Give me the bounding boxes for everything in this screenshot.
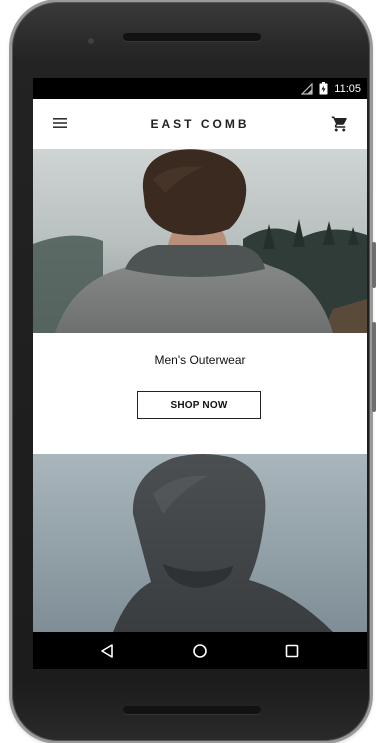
battery-icon [319, 82, 328, 95]
hero-image-outerwear[interactable] [33, 149, 367, 333]
bottom-speaker [123, 706, 261, 714]
recent-apps-icon[interactable] [285, 644, 299, 658]
phone-screen: 11:05 EAST COMB Men's Outerwear SHOP NOW [33, 78, 367, 669]
back-icon[interactable] [99, 643, 115, 659]
power-button [372, 242, 376, 288]
signal-icon [301, 82, 313, 95]
brand-title: EAST COMB [150, 117, 250, 131]
shop-now-button[interactable]: SHOP NOW [137, 391, 261, 419]
system-nav-bar [33, 632, 367, 669]
cart-icon[interactable] [331, 115, 349, 133]
volume-rocker [372, 322, 376, 412]
hero-image-hoodie[interactable] [33, 454, 367, 632]
hero-image-illustration-2 [33, 454, 367, 632]
hero-image-illustration [33, 149, 367, 333]
promo-section: Men's Outerwear SHOP NOW [33, 333, 367, 454]
menu-icon[interactable] [53, 117, 67, 129]
front-camera [88, 38, 94, 44]
status-bar: 11:05 [33, 78, 367, 99]
home-icon[interactable] [192, 643, 208, 659]
app-bar: EAST COMB [33, 99, 367, 149]
promo-title: Men's Outerwear [154, 353, 246, 367]
status-indicators: 11:05 [301, 81, 361, 96]
status-time: 11:05 [334, 82, 361, 95]
earpiece-speaker [123, 33, 261, 41]
